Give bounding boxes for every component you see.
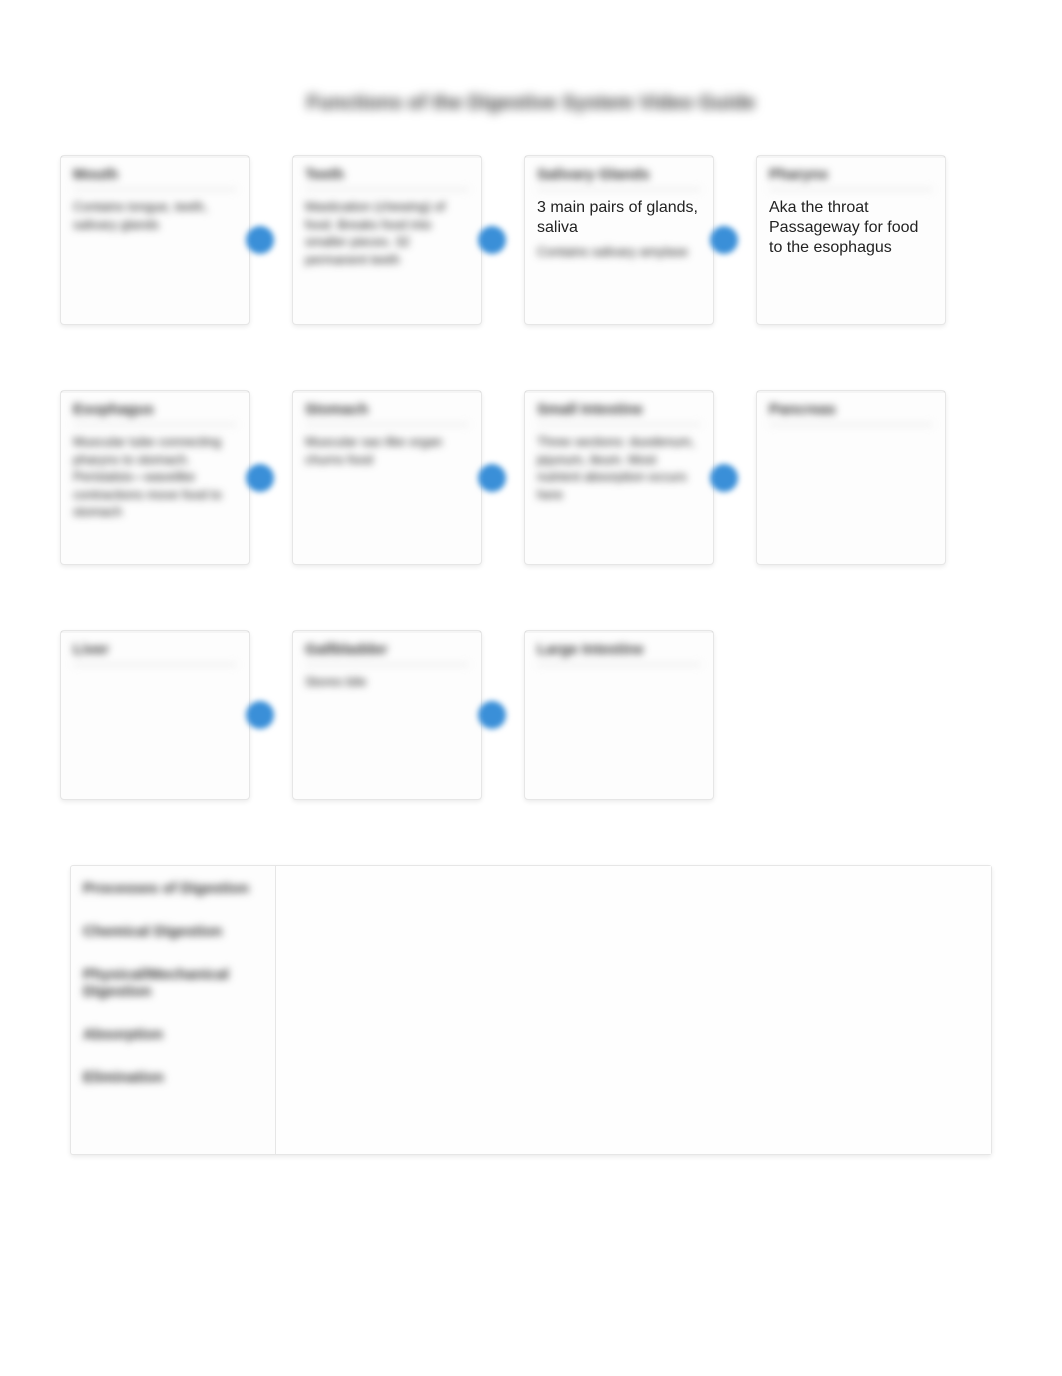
card-header: Liver xyxy=(73,641,237,665)
card-body: Mastication (chewing) of food. Breaks fo… xyxy=(305,198,469,268)
card-body: Muscular sac-like organ churns food xyxy=(305,433,469,468)
connector-icon xyxy=(710,464,738,492)
term-item: Absorption xyxy=(83,1026,263,1043)
card-row-1: Mouth Contains tongue, teeth, salivary g… xyxy=(60,155,1002,325)
card-pancreas: Pancreas xyxy=(756,390,946,565)
term-item: Elimination xyxy=(83,1069,263,1086)
card-body: Contains tongue, teeth, salivary glands xyxy=(73,198,237,233)
card-row-2: Esophagus Muscular tube connecting phary… xyxy=(60,390,1002,565)
card-small-intestine: Small Intestine Three sections: duodenum… xyxy=(524,390,714,565)
connector-icon xyxy=(246,464,274,492)
connector-icon xyxy=(246,701,274,729)
connector-icon xyxy=(710,226,738,254)
term-item: Processes of Digestion xyxy=(83,880,263,897)
card-teeth: Teeth Mastication (chewing) of food. Bre… xyxy=(292,155,482,325)
card-body: Three sections: duodenum, jejunum, ileum… xyxy=(537,433,701,503)
card-esophagus: Esophagus Muscular tube connecting phary… xyxy=(60,390,250,565)
card-gallbladder: Gallbladder Stores bile xyxy=(292,630,482,800)
term-item: Physical/Mechanical Digestion xyxy=(83,966,263,1000)
connector-icon xyxy=(246,226,274,254)
card-mouth: Mouth Contains tongue, teeth, salivary g… xyxy=(60,155,250,325)
terms-right-column xyxy=(276,866,991,1154)
card-stomach: Stomach Muscular sac-like organ churns f… xyxy=(292,390,482,565)
card-body-text: 3 main pairs of glands, saliva xyxy=(537,199,698,236)
card-header: Small Intestine xyxy=(537,401,701,425)
card-header: Stomach xyxy=(305,401,469,425)
card-body: Muscular tube connecting pharynx to stom… xyxy=(73,433,237,521)
card-salivary-glands: Salivary Glands 3 main pairs of glands, … xyxy=(524,155,714,325)
connector-icon xyxy=(478,701,506,729)
card-header: Pancreas xyxy=(769,401,933,425)
card-header: Large Intestine xyxy=(537,641,701,665)
card-header: Pharynx xyxy=(769,166,933,190)
rows-container: Mouth Contains tongue, teeth, salivary g… xyxy=(0,155,1062,800)
card-header: Teeth xyxy=(305,166,469,190)
card-body: Stores bile xyxy=(305,673,469,691)
card-large-intestine: Large Intestine xyxy=(524,630,714,800)
card-pharynx: Pharynx Aka the throat Passageway for fo… xyxy=(756,155,946,325)
page-title: Functions of the Digestive System Video … xyxy=(0,0,1062,155)
card-header: Gallbladder xyxy=(305,641,469,665)
connector-icon xyxy=(478,464,506,492)
card-row-3: Liver Gallbladder Stores bile Large Inte… xyxy=(60,630,1002,800)
card-header: Mouth xyxy=(73,166,237,190)
card-header: Salivary Glands xyxy=(537,166,701,190)
connector-icon xyxy=(478,226,506,254)
card-header: Esophagus xyxy=(73,401,237,425)
card-liver: Liver xyxy=(60,630,250,800)
terms-box: Processes of Digestion Chemical Digestio… xyxy=(70,865,992,1155)
terms-left-column: Processes of Digestion Chemical Digestio… xyxy=(71,866,276,1154)
term-item: Chemical Digestion xyxy=(83,923,263,940)
card-body: Aka the throat Passageway for food to th… xyxy=(769,198,933,258)
card-body: 3 main pairs of glands, saliva Contains … xyxy=(537,198,701,260)
card-body-extra: Contains salivary amylase xyxy=(537,244,701,260)
